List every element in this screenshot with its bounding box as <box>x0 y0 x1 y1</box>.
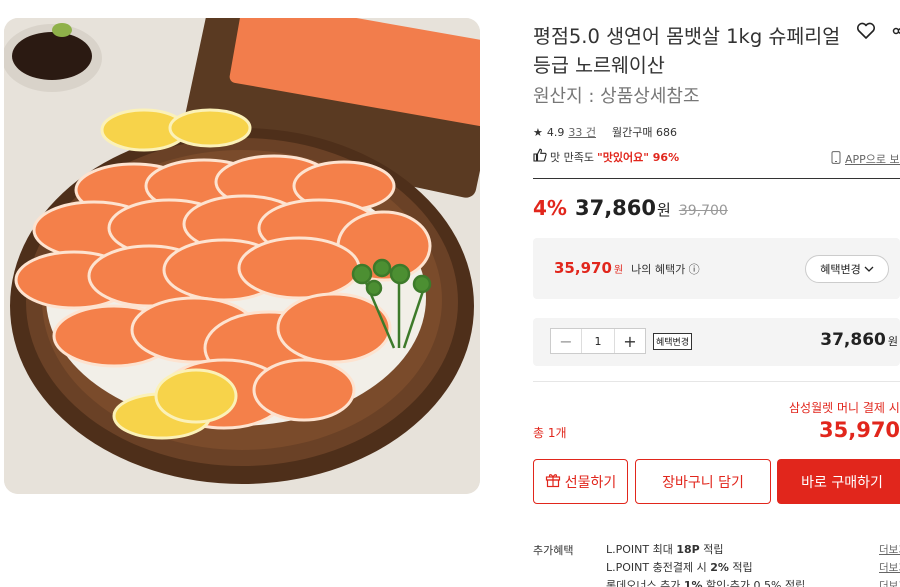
extra-benefit-item: L.POINT 충전결제 시 2% 적립 <box>606 561 753 574</box>
chevron-down-icon <box>864 263 874 276</box>
monthly-purchase: 월간구매 686 <box>612 126 677 139</box>
gift-icon <box>545 472 561 492</box>
heart-icon[interactable] <box>855 20 877 42</box>
more-links: 더보기 더보기 더보기 <box>879 541 900 587</box>
quantity-stepper: − 1 + <box>550 328 646 354</box>
more-link[interactable]: 더보기 <box>879 541 900 559</box>
quantity-decrease-button[interactable]: − <box>551 329 581 353</box>
extra-benefit-item: 롯데오너스 추가 1% 할인·추가 0.5% 적립 <box>606 579 806 587</box>
extra-benefit-item: L.POINT 최대 18P 적립 <box>606 543 724 556</box>
product-image <box>4 18 480 494</box>
benefit-change-button[interactable]: 혜택변경 <box>805 255 889 283</box>
satisfaction-label: 맛 만족도 <box>550 150 594 164</box>
section-divider-light <box>533 381 900 382</box>
benefit-change-tag[interactable]: 혜택변경 <box>653 333 693 350</box>
section-divider <box>533 178 900 179</box>
product-photo-illustration <box>4 18 480 494</box>
rating-score: 4.9 <box>546 125 565 139</box>
sale-price: 37,860 <box>574 196 657 220</box>
benefit-change-label: 혜택변경 <box>820 263 861 276</box>
product-info-panel: 평점5.0 생연어 몸뱃살 1kg 슈페리얼등급 노르웨이산 원산지 : 상품상… <box>533 0 900 587</box>
extra-benefits-list: L.POINT 최대 18P 적립 L.POINT 충전결제 시 2% 적립 롯… <box>606 541 805 587</box>
review-count-link[interactable]: 33 건 <box>568 124 596 140</box>
app-view-link[interactable]: APP으로 보기 <box>831 151 900 167</box>
quantity-increase-button[interactable]: + <box>615 329 645 353</box>
rating-row: ★ 4.9 33 건 월간구매 686 <box>533 124 677 140</box>
product-title: 평점5.0 생연어 몸뱃살 1kg 슈페리얼등급 노르웨이산 <box>533 25 841 77</box>
benefit-price-line: 35,970 원 나의 혜택가 ⓘ <box>554 259 700 277</box>
more-link[interactable]: 더보기 <box>879 577 900 587</box>
discount-rate: 4% <box>533 196 567 220</box>
sale-price-currency: 원 <box>657 201 671 219</box>
more-link[interactable]: 더보기 <box>879 559 900 577</box>
app-view-label: APP으로 보기 <box>845 153 900 166</box>
benefit-price: 35,970 <box>554 259 612 277</box>
benefit-price-currency: 원 <box>613 265 624 276</box>
original-price: 39,700 <box>678 203 728 219</box>
total-price-amount: 35,970 <box>819 418 900 442</box>
line-price-amount: 37,860 <box>820 330 886 350</box>
total-price: 35,970 원 <box>819 417 900 442</box>
payment-note: 삼성월렛 머니 결제 시 <box>789 401 900 415</box>
quantity-value[interactable]: 1 <box>581 329 615 353</box>
extra-benefits-label: 추가혜택 <box>533 544 574 557</box>
thumbs-up-icon <box>533 148 547 165</box>
add-to-cart-button[interactable]: 장바구니 담기 <box>635 459 771 504</box>
line-price: 37,860 원 <box>820 330 898 350</box>
line-price-currency: 원 <box>887 335 898 348</box>
satisfaction-quote: "맛있어요" 96% <box>596 150 680 164</box>
benefit-price-box: 35,970 원 나의 혜택가 ⓘ 혜택변경 <box>533 238 900 299</box>
title-actions <box>855 20 900 42</box>
product-origin: 원산지 : 상품상세참조 <box>533 86 700 107</box>
satisfaction-row: 맛 만족도 "맛있어요" 96% <box>533 148 679 165</box>
mobile-phone-icon <box>831 151 841 167</box>
price-row: 4% 37,860 원 39,700 <box>533 196 728 220</box>
star-icon: ★ <box>533 125 543 139</box>
benefit-price-label[interactable]: 나의 혜택가 ⓘ <box>631 261 700 277</box>
total-count: 총 1개 <box>533 426 567 440</box>
quantity-box: − 1 + 혜택변경 37,860 원 <box>533 318 900 366</box>
share-icon[interactable] <box>891 20 900 42</box>
gift-button[interactable]: 선물하기 <box>533 459 628 504</box>
gift-button-label: 선물하기 <box>564 474 617 491</box>
buy-now-button[interactable]: 바로 구매하기 <box>777 459 900 504</box>
